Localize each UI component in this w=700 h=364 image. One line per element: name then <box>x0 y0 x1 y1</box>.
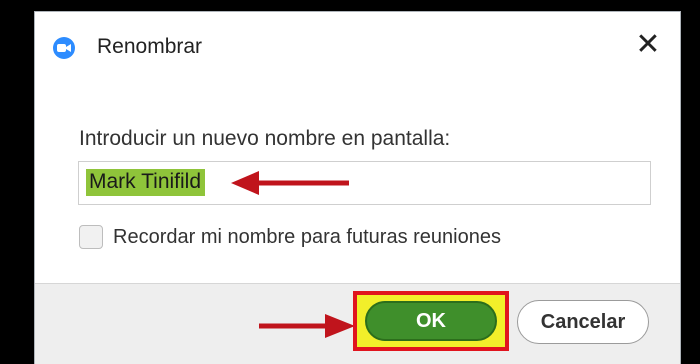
ok-button[interactable]: OK <box>365 301 497 341</box>
name-prompt-label: Introducir un nuevo nombre en pantalla: <box>79 127 451 150</box>
screenshot-frame-left <box>0 0 34 364</box>
rename-dialog: Renombrar ✕ Introducir un nuevo nombre e… <box>34 11 681 364</box>
screenshot-frame-right <box>681 0 700 364</box>
title-bar: Renombrar ✕ <box>35 12 680 84</box>
dialog-footer: OK Cancelar <box>35 283 680 364</box>
close-icon[interactable]: ✕ <box>631 28 665 62</box>
zoom-camera-icon <box>53 37 75 59</box>
remember-name-checkbox[interactable] <box>79 225 103 249</box>
dialog-title: Renombrar <box>97 35 203 58</box>
cancel-button[interactable]: Cancelar <box>517 300 649 344</box>
ok-highlight-box: OK <box>353 291 509 351</box>
remember-name-label: Recordar mi nombre para futuras reunione… <box>113 226 501 248</box>
annotation-arrow-right-icon <box>259 314 355 338</box>
display-name-input[interactable]: Mark Tinifild <box>78 161 651 205</box>
screenshot-frame-top <box>0 0 700 11</box>
annotation-arrow-left-icon <box>231 171 349 195</box>
display-name-value: Mark Tinifild <box>86 169 206 196</box>
